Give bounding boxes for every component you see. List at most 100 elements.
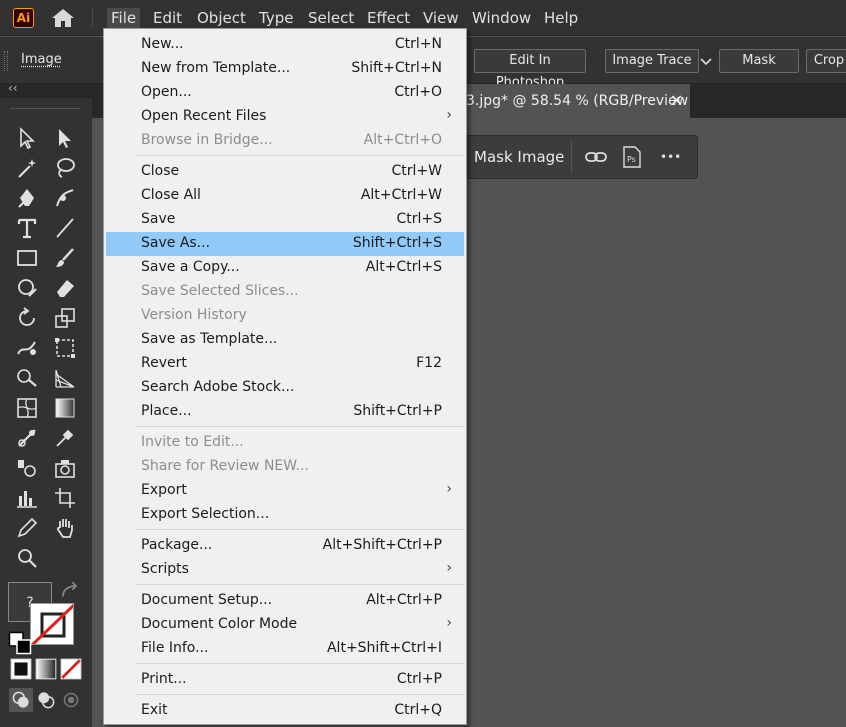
hand-tool-icon[interactable]: [53, 516, 77, 540]
gradient-tool-icon[interactable]: [53, 396, 77, 420]
file-menu-item-save-selected-slices[interactable]: Save Selected Slices...: [106, 280, 464, 304]
mask-image-button[interactable]: Mask Image: [462, 140, 572, 174]
menu-edit[interactable]: Edit: [149, 8, 186, 28]
file-menu-item-document-setup[interactable]: Document Setup... Alt+Ctrl+P: [106, 589, 464, 613]
lasso-tool-icon[interactable]: [53, 156, 77, 180]
file-menu-item-new-from-template[interactable]: New from Template... Shift+Ctrl+N: [106, 57, 464, 81]
menu-item-shortcut: Alt+Ctrl+S: [365, 259, 442, 275]
file-menu-item-export-selection[interactable]: Export Selection...: [106, 503, 464, 527]
file-menu-item-open-recent-files[interactable]: Open Recent Files ›: [106, 105, 464, 129]
tools-panel-header: ‹‹: [0, 81, 92, 98]
edit-in-photoshop-button[interactable]: Edit In Photoshop: [474, 49, 586, 90]
file-menu-item-close-all[interactable]: Close All Alt+Ctrl+W: [106, 184, 464, 208]
file-menu-item-file-info[interactable]: File Info... Alt+Shift+Ctrl+I: [106, 637, 464, 661]
file-menu-item-new[interactable]: New... Ctrl+N: [106, 33, 464, 57]
file-menu-item-save-as-template[interactable]: Save as Template...: [106, 328, 464, 352]
file-menu-item-version-history[interactable]: Version History: [106, 304, 464, 328]
column-graph-tool-icon[interactable]: [15, 486, 39, 510]
paintbrush-tool-icon[interactable]: [53, 246, 77, 270]
rotate-tool-icon[interactable]: [15, 306, 39, 330]
direct-selection-tool-icon[interactable]: [53, 126, 77, 150]
file-menu-item-share-for-review-new[interactable]: Share for Review NEW...: [106, 455, 464, 479]
file-menu-item-print[interactable]: Print... Ctrl+P: [106, 668, 464, 692]
mesh-tool-icon[interactable]: [15, 396, 39, 420]
file-menu-item-search-adobe-stock[interactable]: Search Adobe Stock...: [106, 376, 464, 400]
slice-tool-icon[interactable]: [53, 456, 77, 480]
menu-item-label: Save as Template...: [141, 331, 278, 347]
more-options-icon[interactable]: •••: [660, 146, 686, 168]
menu-window[interactable]: Window: [468, 8, 535, 28]
collapse-icon[interactable]: ‹‹: [8, 81, 18, 95]
file-menu-item-place[interactable]: Place... Shift+Ctrl+P: [106, 400, 464, 424]
file-menu-item-close[interactable]: Close Ctrl+W: [106, 160, 464, 184]
pencil-tool-icon[interactable]: [15, 516, 39, 540]
symbol-sprayer-tool-icon[interactable]: [15, 456, 39, 480]
document-tab[interactable]: 3.jpg* @ 58.54 % (RGB/Preview: [462, 84, 690, 118]
panel-grip[interactable]: [4, 51, 8, 71]
home-icon[interactable]: [50, 7, 76, 29]
eraser-tool-icon[interactable]: [53, 276, 77, 300]
stroke-swatch-none[interactable]: [30, 603, 74, 645]
file-menu-item-revert[interactable]: Revert F12: [106, 352, 464, 376]
menu-item-shortcut: F12: [416, 355, 442, 371]
scale-tool-icon[interactable]: [53, 306, 77, 330]
default-fill-stroke-icon[interactable]: [8, 631, 32, 655]
menu-file[interactable]: File: [107, 8, 141, 28]
menu-type[interactable]: Type: [255, 8, 297, 28]
blend-tool-icon[interactable]: [15, 426, 39, 450]
none-mode-icon[interactable]: [59, 657, 82, 680]
file-menu-item-save-a-copy[interactable]: Save a Copy... Alt+Ctrl+S: [106, 256, 464, 280]
menu-item-label: New...: [141, 36, 184, 52]
magic-wand-tool-icon[interactable]: [15, 156, 39, 180]
selection-type-label[interactable]: Image: [21, 52, 62, 67]
link-icon[interactable]: [584, 146, 608, 168]
chevron-down-icon[interactable]: [700, 55, 712, 66]
mask-button[interactable]: Mask: [719, 49, 799, 73]
draw-behind-icon[interactable]: [34, 688, 56, 710]
color-mode-icon[interactable]: [9, 657, 32, 680]
menu-item-shortcut: Alt+Shift+Ctrl+P: [322, 537, 442, 553]
file-menu-item-save[interactable]: Save Ctrl+S: [106, 208, 464, 232]
chevron-right-icon: ›: [446, 107, 452, 123]
file-menu-item-scripts[interactable]: Scripts ›: [106, 558, 464, 582]
file-menu-item-open[interactable]: Open... Ctrl+O: [106, 81, 464, 105]
file-menu-item-exit[interactable]: Exit Ctrl+Q: [106, 699, 464, 723]
type-tool-icon[interactable]: [15, 216, 39, 240]
warp-tool-icon[interactable]: [15, 336, 39, 360]
file-menu-item-package[interactable]: Package... Alt+Shift+Ctrl+P: [106, 534, 464, 558]
shaper-tool-icon[interactable]: [15, 276, 39, 300]
pen-tool-icon[interactable]: [15, 186, 39, 210]
selection-tool-icon[interactable]: [15, 126, 39, 150]
menu-item-label: Document Color Mode: [141, 616, 298, 632]
file-menu-item-save-as[interactable]: Save As... Shift+Ctrl+S: [106, 232, 464, 256]
menu-item-label: Export Selection...: [141, 506, 270, 522]
crop-button[interactable]: Crop: [806, 49, 846, 73]
draw-inside-icon[interactable]: [59, 688, 81, 710]
artboard-tool-icon[interactable]: [53, 486, 77, 510]
menu-help[interactable]: Help: [540, 8, 582, 28]
close-icon[interactable]: ✕: [670, 91, 683, 110]
menu-select[interactable]: Select: [304, 8, 358, 28]
menu-view[interactable]: View: [419, 8, 463, 28]
photoshop-icon[interactable]: Ps: [622, 146, 642, 168]
draw-normal-icon[interactable]: [9, 688, 33, 712]
zoom-tool-icon[interactable]: [15, 546, 39, 570]
shape-builder-tool-icon[interactable]: [15, 366, 39, 390]
file-menu-item-invite-to-edit[interactable]: Invite to Edit...: [106, 431, 464, 455]
swap-fill-stroke-icon[interactable]: [58, 580, 78, 597]
eyedropper-tool-icon[interactable]: [53, 426, 77, 450]
menu-item-label: Browse in Bridge...: [141, 132, 273, 148]
curvature-tool-icon[interactable]: [53, 186, 77, 210]
rectangle-tool-icon[interactable]: [15, 246, 39, 270]
menu-object[interactable]: Object: [193, 8, 250, 28]
free-transform-tool-icon[interactable]: [53, 336, 77, 360]
line-segment-tool-icon[interactable]: [53, 216, 77, 240]
file-menu-item-document-color-mode[interactable]: Document Color Mode ›: [106, 613, 464, 637]
perspective-grid-tool-icon[interactable]: [53, 366, 77, 390]
menu-effect[interactable]: Effect: [363, 8, 414, 28]
file-menu-item-browse-in-bridge[interactable]: Browse in Bridge... Alt+Ctrl+O: [106, 129, 464, 153]
image-trace-button[interactable]: Image Trace: [605, 49, 699, 73]
gradient-mode-icon[interactable]: [34, 657, 57, 680]
file-menu-item-export[interactable]: Export ›: [106, 479, 464, 503]
menu-item-shortcut: Shift+Ctrl+P: [353, 403, 442, 419]
